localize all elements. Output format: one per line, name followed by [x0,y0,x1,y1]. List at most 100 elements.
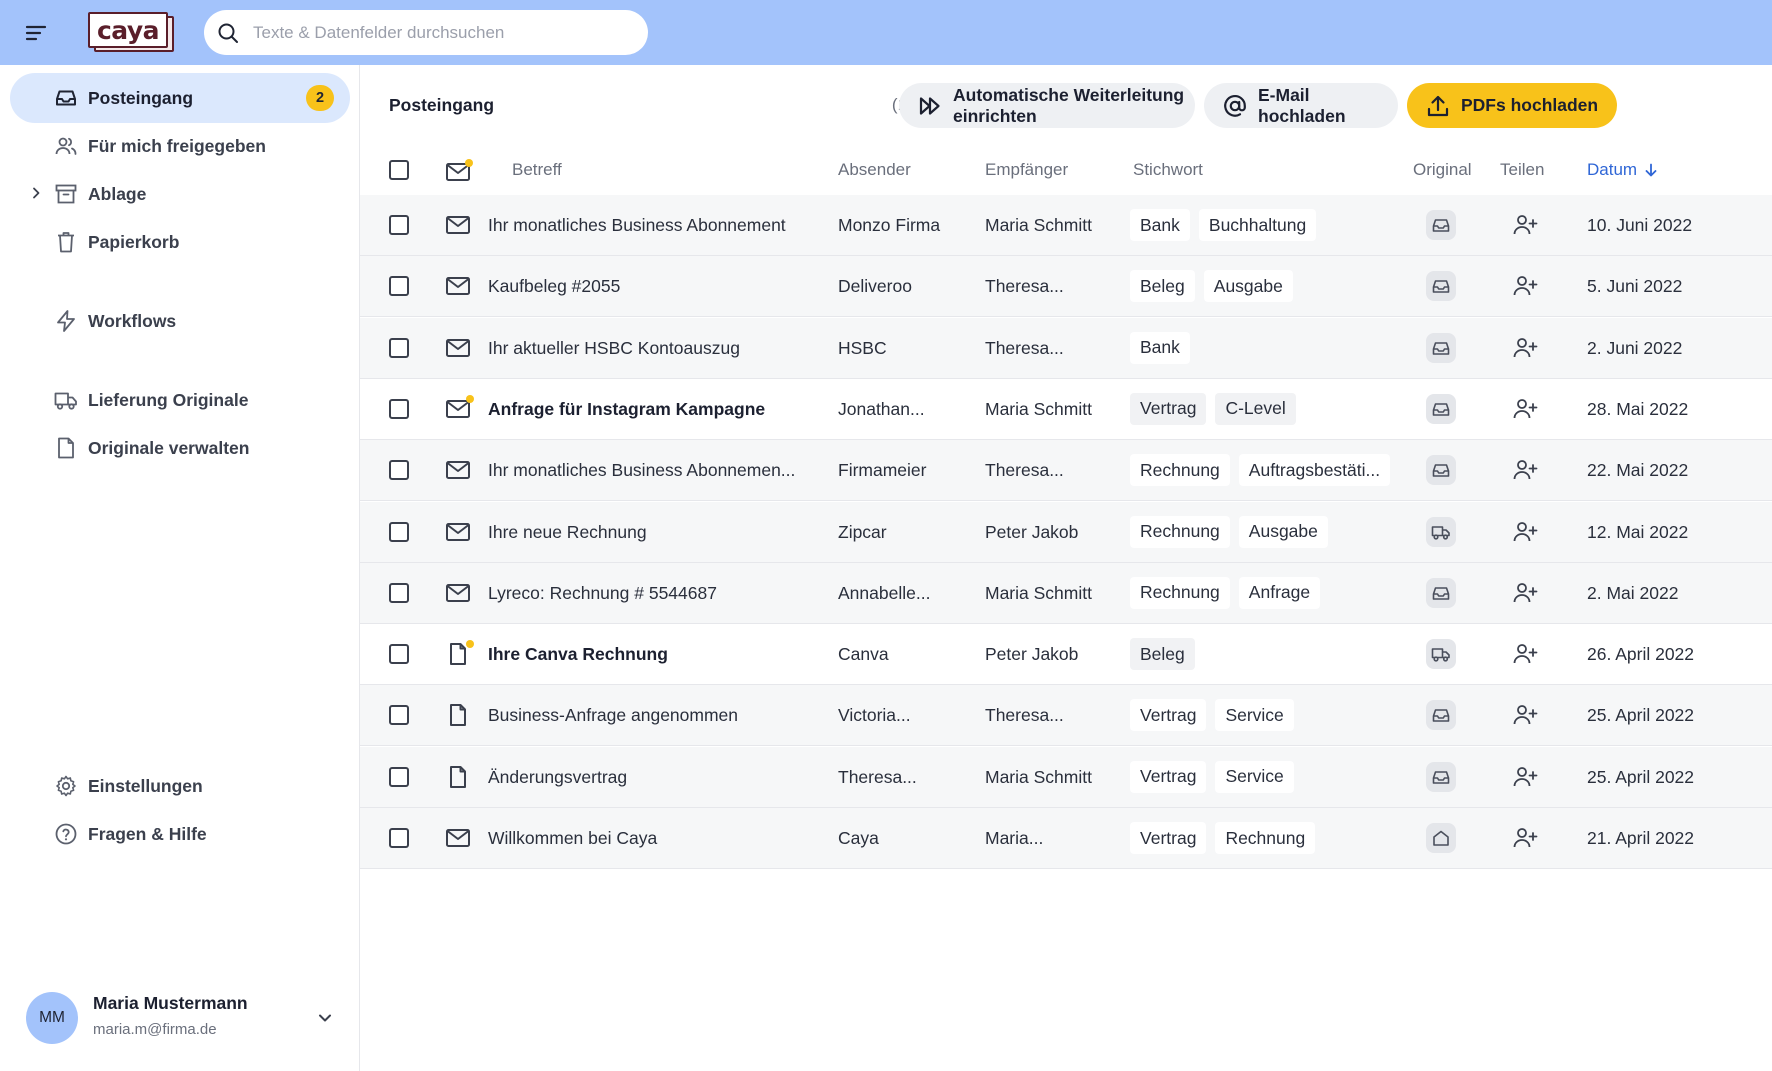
table-row[interactable]: Kaufbeleg #2055 Deliveroo Theresa... Bel… [360,256,1772,318]
table-row[interactable]: Willkommen bei Caya Caya Maria... Vertra… [360,808,1772,869]
sidebar-item-papierkorb[interactable]: Papierkorb [10,217,350,267]
row-checkbox[interactable] [389,766,409,787]
table-row[interactable]: Ihr aktueller HSBC Kontoauszug HSBC Ther… [360,317,1772,379]
inbox-icon[interactable] [1426,332,1456,363]
tag-chip[interactable]: Rechnung [1130,454,1230,487]
tag-chip[interactable]: Beleg [1130,638,1195,671]
column-original[interactable]: Original [1413,160,1472,180]
tag-chip[interactable]: Rechnung [1130,576,1230,609]
search-bar[interactable] [204,10,648,55]
inbox-icon[interactable] [1426,210,1456,240]
document-icon [445,765,471,789]
share-user-icon[interactable] [1512,702,1538,728]
inbox-icon [54,86,78,110]
share-user-icon[interactable] [1512,519,1538,545]
sidebar-item-shared[interactable]: Für mich freigegeben [10,121,350,171]
tag-chip[interactable]: Rechnung [1130,515,1230,548]
tag-chip[interactable]: Bank [1130,209,1190,241]
sidebar-item-workflows[interactable]: Workflows [10,296,350,346]
share-user-icon[interactable] [1512,335,1538,361]
chevron-right-icon[interactable] [28,185,44,201]
table-row[interactable]: Ihre neue Rechnung Zipcar Peter Jakob Re… [360,501,1772,563]
inbox-icon[interactable] [1426,271,1456,302]
tag-chip[interactable]: Service [1215,760,1294,793]
row-checkbox[interactable] [389,215,409,235]
sidebar-item-ablage[interactable]: Ablage [10,169,350,219]
row-checkbox[interactable] [389,337,409,358]
tag-chip[interactable]: Buchhaltung [1198,209,1317,241]
row-checkbox[interactable] [389,828,409,848]
inbox-icon[interactable] [1426,455,1456,486]
tag-chip[interactable]: Vertrag [1130,822,1207,854]
inbox-icon[interactable] [1426,393,1456,424]
table-row[interactable]: Ihr monatliches Business Abonnement Monz… [360,195,1772,256]
select-all-checkbox[interactable] [389,160,409,180]
tag-chip[interactable]: Vertrag [1130,392,1207,425]
column-recipient[interactable]: Empfänger [985,160,1068,180]
tag-chip[interactable]: Anfrage [1238,576,1321,609]
inbox-icon[interactable] [1426,761,1456,792]
upload-email-button[interactable]: E-Mail hochladen [1204,83,1398,128]
share-user-icon[interactable] [1512,212,1538,238]
menu-icon[interactable] [24,21,48,45]
chevron-down-icon[interactable] [314,1007,336,1029]
sidebar-item-einstellungen[interactable]: Einstellungen [10,761,350,811]
share-user-icon[interactable] [1512,764,1538,790]
share-user-icon[interactable] [1512,641,1538,667]
column-tag[interactable]: Stichwort [1133,160,1203,180]
unread-filter-icon[interactable] [445,158,475,184]
column-share[interactable]: Teilen [1500,160,1544,180]
tag-chip[interactable]: Beleg [1130,270,1195,303]
truck-icon[interactable] [1426,639,1456,670]
table-row[interactable]: Anfrage für Instagram Kampagne Jonathan.… [360,379,1772,440]
home-icon[interactable] [1426,823,1456,853]
search-input[interactable] [253,22,633,43]
row-checkbox[interactable] [389,460,409,481]
tag-chip[interactable]: Ausgabe [1238,515,1328,548]
tag-chip[interactable]: Ausgabe [1203,270,1293,303]
sidebar-item-originale-verwalten[interactable]: Originale verwalten [10,423,350,473]
tag-chip[interactable]: Bank [1130,331,1190,364]
share-user-icon[interactable] [1512,273,1538,299]
tag-chip[interactable]: Auftragsbestäti... [1238,454,1391,487]
row-checkbox[interactable] [389,398,409,419]
column-subject[interactable]: Betreff [512,160,562,180]
auto-forward-button[interactable]: Automatische Weiterleitung einrichten [899,83,1195,128]
table-row[interactable]: Ihre Canva Rechnung Canva Peter Jakob Be… [360,624,1772,686]
sidebar-item-posteingang[interactable]: Posteingang 2 [10,73,350,123]
row-date: 2. Mai 2022 [1587,582,1679,603]
inbox-icon[interactable] [1426,700,1456,731]
share-user-icon[interactable] [1512,580,1538,606]
row-tags: Vertrag Service [1130,699,1303,732]
unread-dot [466,394,474,403]
table-row[interactable]: Änderungsvertrag Theresa... Maria Schmit… [360,746,1772,808]
row-subject: Änderungsvertrag [488,766,628,787]
share-user-icon[interactable] [1512,825,1538,851]
column-date-sort[interactable]: Datum [1587,160,1659,180]
caya-logo[interactable]: caya [88,12,176,52]
tag-chip[interactable]: Rechnung [1215,822,1316,854]
tag-chip[interactable]: C-Level [1215,392,1296,425]
tag-chip[interactable]: Service [1215,699,1294,732]
share-user-icon[interactable] [1512,457,1538,483]
table-row[interactable]: Lyreco: Rechnung # 5544687 Annabelle... … [360,562,1772,624]
row-checkbox[interactable] [389,705,409,726]
inbox-icon[interactable] [1426,577,1456,608]
tag-chip[interactable]: Vertrag [1130,699,1207,732]
tag-chip[interactable]: Vertrag [1130,760,1207,793]
row-checkbox[interactable] [389,644,409,665]
row-tags: Beleg Ausgabe [1130,270,1302,303]
truck-icon[interactable] [1426,516,1456,547]
row-date: 12. Mai 2022 [1587,521,1689,542]
row-checkbox[interactable] [389,521,409,542]
table-row[interactable]: Ihr monatliches Business Abonnemen... Fi… [360,440,1772,502]
sidebar-item-lieferung-originale[interactable]: Lieferung Originale [10,375,350,425]
upload-pdfs-button[interactable]: PDFs hochladen [1407,83,1617,128]
column-sender[interactable]: Absender [838,160,911,180]
sidebar-item-hilfe[interactable]: Fragen & Hilfe [10,809,350,859]
row-checkbox[interactable] [389,582,409,603]
user-profile[interactable]: MM Maria Mustermann maria.m@firma.de [26,987,336,1047]
table-row[interactable]: Business-Anfrage angenommen Victoria... … [360,685,1772,747]
row-checkbox[interactable] [389,276,409,297]
share-user-icon[interactable] [1512,396,1538,422]
